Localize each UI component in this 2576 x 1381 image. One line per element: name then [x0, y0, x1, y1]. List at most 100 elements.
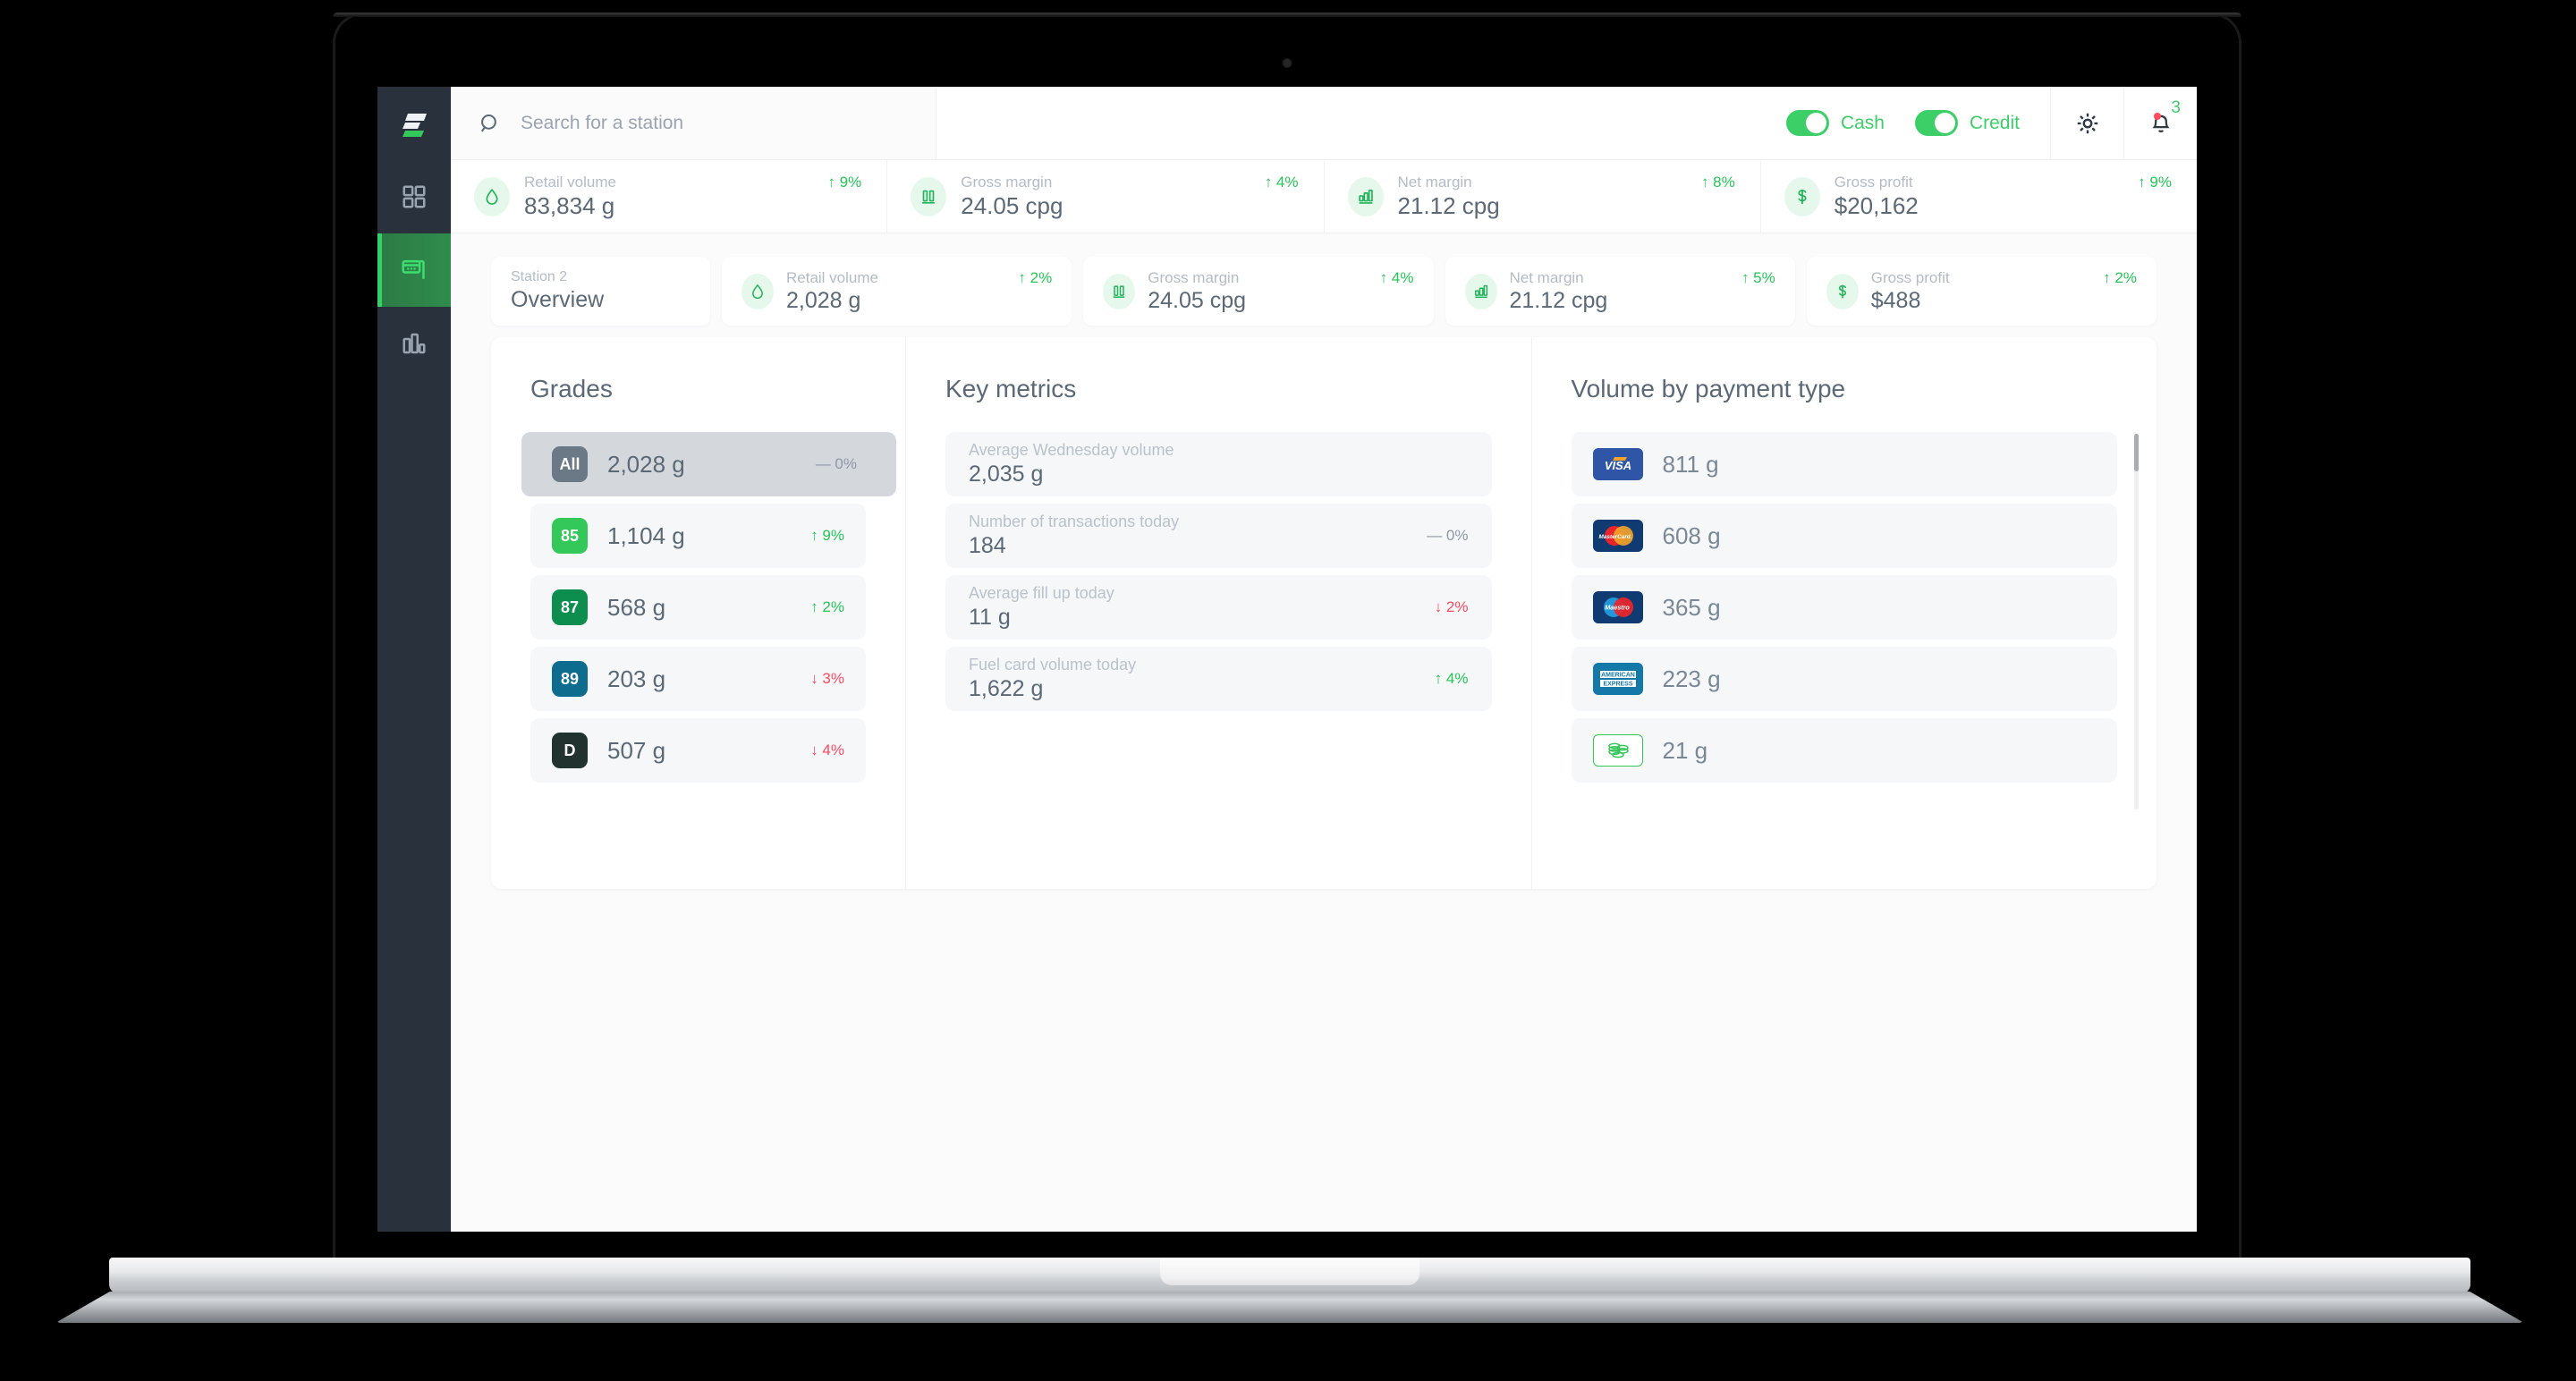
- payment-value: 811 g: [1662, 450, 1719, 478]
- payment-row[interactable]: Maestro 365 g: [1571, 575, 2117, 640]
- tab-text: Gross profit ↑ 2% $488: [1871, 269, 2137, 314]
- tab-icon-wrap: [1826, 273, 1859, 309]
- grade-badge: All: [552, 446, 588, 482]
- key-metric-row[interactable]: Number of transactions today 184 — 0%: [945, 504, 1492, 568]
- delta-indicator: ↑ 2%: [2103, 268, 2137, 286]
- svg-text:Maestro: Maestro: [1605, 604, 1630, 612]
- payment-value: 365 g: [1662, 593, 1721, 621]
- key-metric-value: 2,035 g: [969, 462, 1044, 487]
- station-metric-tab[interactable]: Net margin ↑ 5% 21.12 cpg: [1445, 257, 1795, 326]
- header-spacer: [936, 87, 1786, 159]
- tab-station-overview[interactable]: Station 2 Overview: [491, 257, 710, 326]
- notifications-button[interactable]: 3: [2123, 87, 2197, 159]
- tab-icon-wrap: [1464, 273, 1497, 309]
- amex-mark: AMERICAN EXPRESS: [1599, 671, 1636, 688]
- maestro-logo: Maestro: [1592, 591, 1643, 623]
- top-header: Search for a station Cash Credit 3: [451, 87, 2197, 160]
- payment-row[interactable]: MasterCard. 608 g: [1571, 504, 2117, 568]
- amex-logo: AMERICAN EXPRESS: [1592, 663, 1643, 695]
- delta-indicator: ↑ 9%: [827, 173, 862, 191]
- payment-row[interactable]: 21 g: [1571, 718, 2117, 783]
- search-input[interactable]: Search for a station: [521, 113, 683, 134]
- kpi-top-row: Net margin ↑ 8%: [1398, 174, 1735, 191]
- kpi-card[interactable]: Net margin ↑ 8% 21.12 cpg: [1325, 160, 1761, 233]
- grades-title: Grades: [530, 375, 613, 402]
- kpi-value: $20,162: [1834, 191, 1919, 219]
- credit-toggle-group[interactable]: Credit: [1914, 87, 2020, 159]
- tab-icon-wrap: [1103, 273, 1136, 309]
- station-title: Overview: [511, 287, 605, 312]
- grade-row[interactable]: 89 203 g ↓ 3%: [530, 647, 866, 711]
- kpi-top-row: Gross margin ↑ 4%: [961, 174, 1298, 191]
- delta-indicator: ↑ 4%: [1379, 268, 1414, 286]
- kpi-card[interactable]: Gross profit ↑ 9% $20,162: [1761, 160, 2197, 233]
- payment-row[interactable]: VISA 811 g: [1571, 432, 2117, 496]
- kpi-card[interactable]: Gross margin ↑ 4% 24.05 cpg: [887, 160, 1325, 233]
- key-metric-value: 184: [969, 533, 1006, 558]
- payment-value: 608 g: [1662, 521, 1721, 549]
- tab-label: Gross profit: [1870, 268, 1950, 286]
- cash-toggle[interactable]: [1785, 110, 1829, 136]
- sidebar-item-dashboard[interactable]: [377, 160, 451, 233]
- kpi-value: 83,834 g: [524, 191, 615, 219]
- credit-toggle[interactable]: [1914, 110, 1958, 136]
- key-metric-value: 11 g: [969, 605, 1011, 630]
- cash-toggle-label: Cash: [1840, 112, 1885, 133]
- body-area: Station 2 Overview Retail volume ↑ 2% 2,…: [451, 233, 2197, 1232]
- sidebar-item-stations[interactable]: [377, 233, 451, 307]
- delta-indicator: ↑ 2%: [1018, 268, 1053, 286]
- grade-row[interactable]: All 2,028 g — 0%: [521, 432, 896, 496]
- svg-text:EXPRESS: EXPRESS: [1603, 682, 1632, 688]
- kpi-label: Net margin: [1397, 173, 1472, 191]
- delta-indicator: ↑ 9%: [810, 527, 844, 544]
- tab-text: Net margin ↑ 5% 21.12 cpg: [1510, 269, 1775, 314]
- grade-row[interactable]: 87 568 g ↑ 2%: [530, 575, 866, 640]
- delta-indicator: ↑ 4%: [1434, 670, 1469, 687]
- key-metric-text: Average fill up today 11 g: [969, 584, 1114, 631]
- station-metric-tab[interactable]: Gross margin ↑ 4% 24.05 cpg: [1083, 257, 1434, 326]
- kpi-top-row: Gross profit ↑ 9%: [1835, 174, 2172, 191]
- kpi-value: 21.12 cpg: [1397, 191, 1500, 219]
- key-metric-row[interactable]: Fuel card volume today 1,622 g ↑ 4%: [945, 647, 1492, 711]
- delta-indicator: — 0%: [815, 455, 857, 472]
- search-bar[interactable]: Search for a station: [451, 87, 936, 159]
- grade-row[interactable]: D 507 g ↓ 4%: [530, 718, 866, 783]
- station-metric-tab[interactable]: Gross profit ↑ 2% $488: [1806, 257, 2157, 326]
- kpi-text: Gross profit ↑ 9% $20,162: [1835, 174, 2172, 220]
- key-metric-row[interactable]: Average Wednesday volume 2,035 g: [945, 432, 1492, 496]
- payment-row[interactable]: AMERICAN EXPRESS 223 g: [1571, 647, 2117, 711]
- visa-logo: VISA: [1592, 448, 1643, 480]
- grade-row[interactable]: 85 1,104 g ↑ 9%: [530, 504, 866, 568]
- gross-margin-icon: [922, 190, 936, 204]
- payments-scrollbar-thumb[interactable]: [2134, 434, 2139, 471]
- key-metric-text: Fuel card volume today 1,622 g: [969, 656, 1136, 702]
- settings-button[interactable]: [2050, 87, 2123, 159]
- sidebar: [377, 87, 451, 1232]
- sidebar-item-reports[interactable]: [377, 307, 451, 380]
- app-logo[interactable]: [377, 87, 451, 160]
- key-metric-row[interactable]: Average fill up today 11 g ↓ 2%: [945, 575, 1492, 640]
- grade-value: 507 g: [607, 736, 666, 764]
- key-metric-text: Number of transactions today 184: [969, 513, 1179, 559]
- tab-text: Gross margin ↑ 4% 24.05 cpg: [1148, 269, 1413, 314]
- payments-scrollbar[interactable]: [2134, 434, 2139, 809]
- delta-indicator: — 0%: [1427, 527, 1469, 544]
- svg-text:AMERICAN: AMERICAN: [1601, 673, 1635, 679]
- laptop-foot: [55, 1292, 2524, 1323]
- tab-icon-wrap: [741, 273, 774, 309]
- payments-list-wrap: VISA 811 g MasterCard. 608 g Maestro 365…: [1571, 432, 2139, 809]
- tab-value: 24.05 cpg: [1148, 287, 1247, 313]
- payments-column: Volume by payment type VISA 811 g Master…: [1530, 337, 2157, 889]
- mastercard-mark: MasterCard.: [1598, 526, 1633, 546]
- station-metric-tab[interactable]: Retail volume ↑ 2% 2,028 g: [722, 257, 1072, 326]
- key-metrics-title: Key metrics: [945, 375, 1077, 402]
- key-metric-label: Average Wednesday volume: [969, 441, 1174, 459]
- cash-toggle-group[interactable]: Cash: [1785, 87, 1885, 159]
- main-column: Search for a station Cash Credit 3 Retai…: [451, 87, 2197, 1232]
- payments-title: Volume by payment type: [1571, 375, 1846, 402]
- bar-chart-icon: [402, 333, 426, 354]
- kpi-card[interactable]: Retail volume ↑ 9% 83,834 g: [451, 160, 888, 233]
- grades-column: Grades All 2,028 g — 0% 85 1,104 g ↑ 9% 87…: [491, 337, 905, 889]
- station-subtitle: Station 2: [511, 269, 568, 284]
- app-window: Search for a station Cash Credit 3 Retai…: [377, 87, 2197, 1232]
